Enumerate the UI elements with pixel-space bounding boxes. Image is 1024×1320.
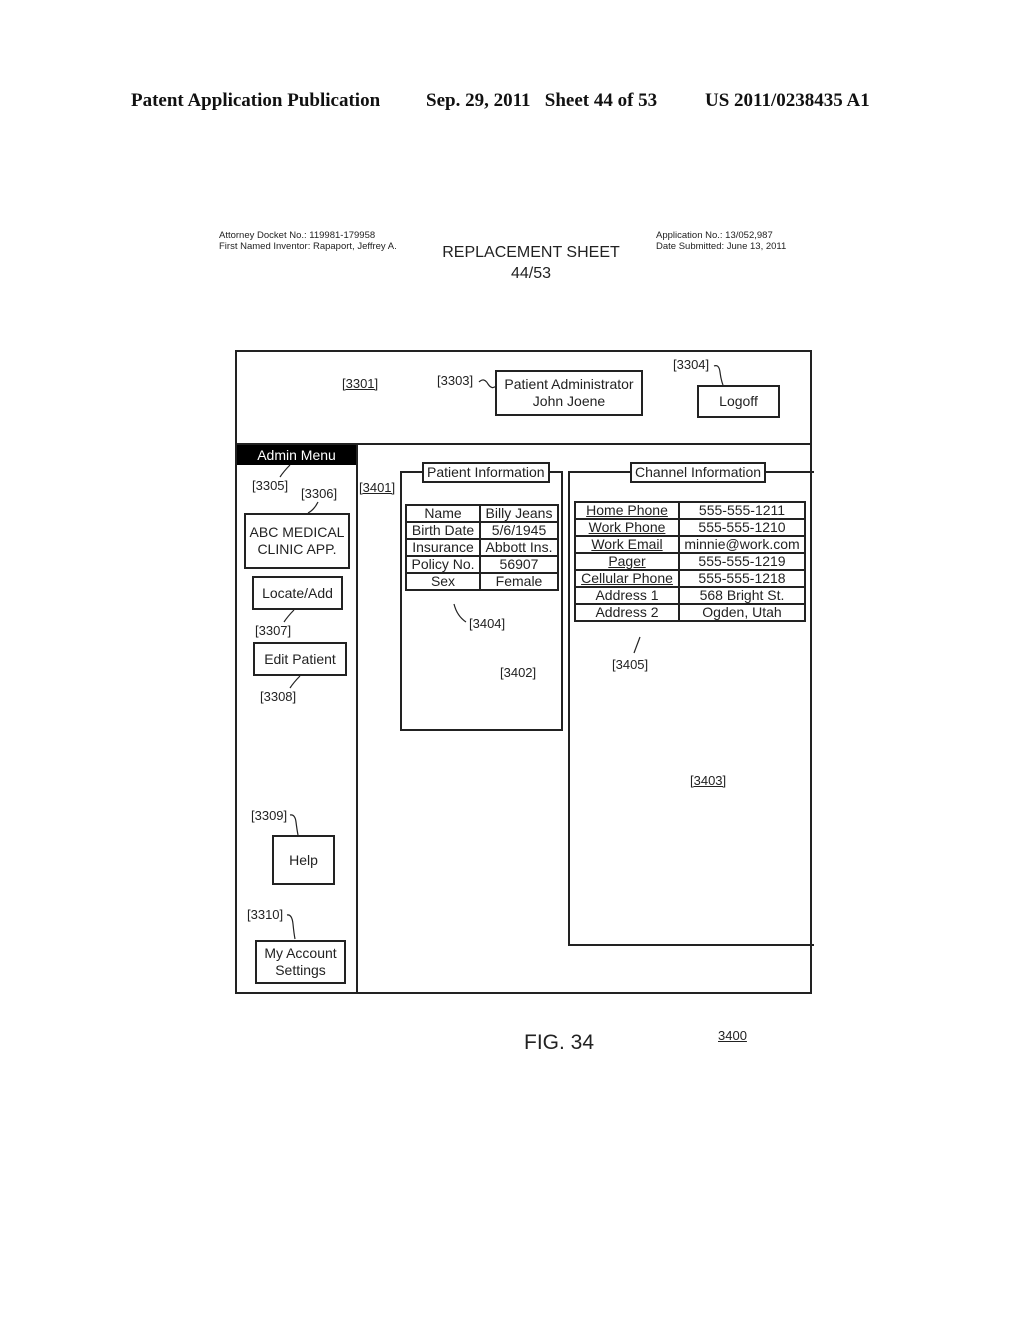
channel-link-label[interactable]: Work Email [574,535,680,554]
leader-line-account [286,914,296,940]
table-row: Work Email minnie@work.com [574,535,806,554]
leader-line-help [289,814,299,836]
app-name-line1: ABC MEDICAL [249,524,345,540]
figure-reference-number: 3400 [718,1028,747,1043]
ref-main-content: [3401] [359,480,396,495]
field-value: 555-555-1210 [678,518,806,537]
table-row: Birth Date 5/6/1945 [405,521,559,540]
patient-info-table: Name Billy Jeans Birth Date 5/6/1945 Insuran… [405,504,559,591]
field-label: Address 2 [574,603,680,622]
field-label: Address 1 [574,586,680,605]
table-row: Policy No. 56907 [405,555,559,574]
publication-number: US 2011/0238435 A1 [705,90,870,111]
field-value: 555-555-1218 [678,569,806,588]
field-value: 5/6/1945 [479,521,559,540]
table-row: Address 2 Ogden, Utah [574,603,806,622]
ref-patient-table: [3404] [469,616,506,631]
ref-help: [3309] [251,808,288,823]
ref-channel-table: [3405] [612,657,649,672]
field-value: 555-555-1219 [678,552,806,571]
user-info-box: Patient Administrator John Joene [495,370,643,416]
field-value: Female [479,572,559,591]
leader-line-menu [279,464,291,478]
leader-line-patient-table [453,603,467,623]
table-row: Cellular Phone 555-555-1218 [574,569,806,588]
account-settings-line1: My Account [264,945,337,961]
field-value: 56907 [479,555,559,574]
inventor-name: First Named Inventor: Rapaport, Jeffrey … [219,241,397,252]
account-settings-line2: Settings [275,962,326,978]
sidebar-divider [356,445,358,994]
application-number: Application No.: 13/052,987 [656,230,773,241]
channel-link-label[interactable]: Pager [574,552,680,571]
channel-information-title: Channel Information [630,462,767,483]
ref-edit-patient: [3308] [260,689,297,704]
leader-line-locate [283,609,295,623]
field-value: Ogden, Utah [678,603,806,622]
admin-menu-title: Admin Menu [237,445,356,465]
publication-date-sheet: Sep. 29, 2011 Sheet 44 of 53 [426,90,658,111]
table-row: Pager 555-555-1219 [574,552,806,571]
ref-user-box: [3303] [437,373,474,388]
leader-line-logoff [713,365,724,386]
channel-link-label[interactable]: Home Phone [574,501,680,520]
date-submitted: Date Submitted: June 13, 2011 [656,241,787,252]
user-name: John Joene [532,393,606,409]
edit-patient-button[interactable]: Edit Patient [253,642,347,676]
table-row: Address 1 568 Bright St. [574,586,806,605]
leader-line-edit [289,675,301,689]
docket-number: Attorney Docket No.: 119981-179958 [219,230,376,241]
help-button[interactable]: Help [272,835,335,885]
replacement-sheet-title: REPLACEMENT SHEET [442,244,620,261]
channel-link-label[interactable]: Cellular Phone [574,569,680,588]
ref-channel-panel: [3403] [690,773,727,788]
ref-app-name: [3306] [301,486,338,501]
field-label: Sex [405,572,481,591]
ref-admin-menu: [3305] [252,478,289,493]
ref-account-settings: [3310] [247,907,284,922]
field-label: Birth Date [405,521,481,540]
patient-information-title: Patient Information [422,462,550,483]
my-account-settings-button[interactable]: My Account Settings [255,940,346,984]
table-row: Sex Female [405,572,559,591]
ref-header-area: [3301] [342,376,379,391]
table-row: Name Billy Jeans [405,504,559,523]
app-name-box: ABC MEDICAL CLINIC APP. [244,513,350,569]
channel-info-table: Home Phone 555-555-1211 Work Phone 555-555-… [574,501,806,622]
field-value: 568 Bright St. [678,586,806,605]
logoff-button[interactable]: Logoff [697,385,780,418]
figure-label: FIG. 34 [524,1031,595,1054]
field-value: 555-555-1211 [678,501,806,520]
field-label: Policy No. [405,555,481,574]
leader-line-channel-table [633,636,641,654]
field-value: Abbott Ins. [479,538,559,557]
user-role: Patient Administrator [504,376,634,392]
ref-logoff: [3304] [673,357,710,372]
replacement-sheet-page: 44/53 [510,265,552,282]
table-row: Work Phone 555-555-1210 [574,518,806,537]
field-label: Name [405,504,481,523]
table-row: Home Phone 555-555-1211 [574,501,806,520]
locate-add-button[interactable]: Locate/Add [252,576,343,610]
app-name-line2: CLINIC APP. [257,541,337,557]
ref-locate-add: [3307] [255,623,292,638]
field-value: minnie@work.com [678,535,806,554]
table-row: Insurance Abbott Ins. [405,538,559,557]
channel-link-label[interactable]: Work Phone [574,518,680,537]
field-value: Billy Jeans [479,504,559,523]
ref-patient-panel: [3402] [500,665,537,680]
publication-type: Patent Application Publication [131,90,381,111]
field-label: Insurance [405,538,481,557]
